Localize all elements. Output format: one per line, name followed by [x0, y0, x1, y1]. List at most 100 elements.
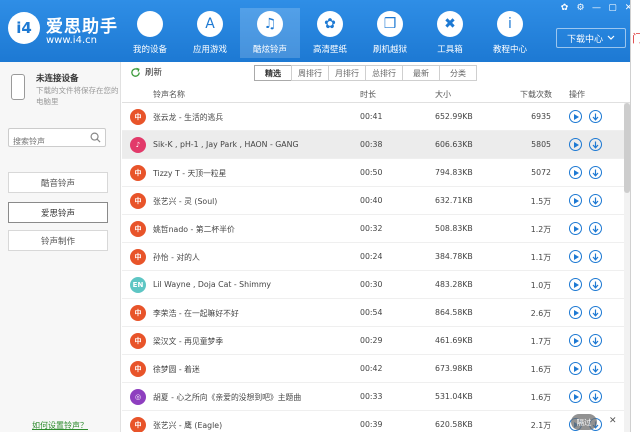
- table-row[interactable]: ◎ 胡夏 - 心之所向《亲爱的没想到吧》主题曲 00:33 531.04KB 1.6万: [122, 383, 630, 411]
- search-input[interactable]: [9, 133, 85, 150]
- device-title: 未连接设备: [36, 74, 79, 84]
- nav-item-0[interactable]: 我的设备: [120, 8, 180, 58]
- maximize-icon[interactable]: ▢: [607, 3, 618, 13]
- table-row[interactable]: 中张云龙 - 生活的逃兵 00:41 652.99KB 6935: [122, 103, 630, 131]
- column-downloads-header[interactable]: 下载次数: [520, 89, 552, 100]
- table-row[interactable]: 中李荣浩 - 在一起嘛好不好 00:54 864.58KB 2.6万: [122, 299, 630, 327]
- play-triangle: [573, 169, 579, 176]
- peek-text: 门: [632, 32, 640, 45]
- table-row[interactable]: 中张艺兴 - 灵 (Soul) 00:40 632.71KB 1.5万: [122, 187, 630, 215]
- ringtone-duration: 00:54: [360, 308, 383, 317]
- ringtone-downloads: 1.6万: [530, 393, 551, 402]
- refresh-button[interactable]: 刷新: [130, 66, 162, 78]
- tab-2[interactable]: 月排行: [328, 65, 366, 81]
- download-icon[interactable]: [589, 390, 602, 403]
- table-row[interactable]: EN Lil Wayne , Doja Cat - Shimmy 00:30 483.…: [122, 271, 630, 299]
- ringtone-panel: 刷新 精选 周排行 月排行 总排行 最新 分类 铃声名称 时长 大小 下载次数 操作 中张…: [122, 62, 630, 432]
- search-icon[interactable]: [90, 132, 101, 143]
- play-icon[interactable]: [569, 362, 582, 375]
- ringtone-duration: 00:33: [360, 392, 383, 401]
- nav-item-label: 高清壁纸: [312, 45, 347, 55]
- play-icon[interactable]: [569, 110, 582, 123]
- ringtone-name: 梁汉文 - 再见童梦季: [153, 337, 224, 346]
- how-to-set-ringtone-link[interactable]: 如何设置铃声？: [32, 420, 88, 431]
- table-row[interactable]: 中徐梦圆 - 着迷 00:42 673.98KB 1.6万: [122, 355, 630, 383]
- nav-item-label: 教程中心: [492, 45, 527, 55]
- table-row[interactable]: 中 Tizzy T - 天顶一粒星 00:50 794.83KB 5072: [122, 159, 630, 187]
- ringtone-size: 606.63KB: [435, 140, 473, 149]
- minimize-icon[interactable]: —: [591, 3, 602, 13]
- tools-icon: ✖: [437, 11, 463, 37]
- app-header: i4 爱思助手 www.i4.cn 我的设备 A 应用游戏 ♫ 酷炫铃声 ✿ 高清壁纸 ❒ 刷机…: [0, 0, 640, 62]
- column-name-header[interactable]: 铃声名称: [153, 89, 185, 100]
- download-icon[interactable]: [589, 194, 602, 207]
- ringtone-downloads: 1.7万: [530, 337, 551, 346]
- download-icon[interactable]: [589, 334, 602, 347]
- ringtone-name: 胡夏 - 心之所向《亲爱的没想到吧》主题曲: [153, 393, 302, 402]
- download-icon[interactable]: [589, 166, 602, 179]
- download-icon[interactable]: [589, 306, 602, 319]
- nav-item-4[interactable]: ❒ 刷机越狱: [360, 8, 420, 58]
- ringtone-downloads: 2.1万: [530, 421, 551, 430]
- download-center-button[interactable]: 下载中心: [556, 28, 626, 48]
- ringtone-duration: 00:38: [360, 140, 383, 149]
- nav-item-1[interactable]: A 应用游戏: [180, 8, 240, 58]
- bell-icon: ♫: [257, 11, 283, 37]
- ringtone-avatar-icon: ◎: [130, 389, 146, 405]
- download-icon[interactable]: [589, 362, 602, 375]
- nav-item-3[interactable]: ✿ 高清壁纸: [300, 8, 360, 58]
- app-name: 爱思助手: [46, 17, 118, 37]
- ringtone-avatar-icon: 中: [130, 221, 146, 237]
- table-row[interactable]: 中姚哲nado - 第二杯半价 00:32 508.83KB 1.2万: [122, 215, 630, 243]
- play-icon[interactable]: [569, 278, 582, 291]
- table-row[interactable]: 中张艺兴 - 鹰 (Eagle) 00:39 620.58KB 2.1万: [122, 411, 630, 432]
- floating-assistant-button[interactable]: 隔过: [571, 414, 597, 430]
- nav-item-label: 工具箱: [437, 45, 463, 55]
- play-icon[interactable]: [569, 194, 582, 207]
- play-icon[interactable]: [569, 138, 582, 151]
- column-actions-header: 操作: [569, 90, 585, 99]
- download-icon[interactable]: [589, 278, 602, 291]
- app-logo[interactable]: i4 爱思助手 www.i4.cn: [8, 12, 128, 52]
- close-icon[interactable]: ✕: [609, 416, 619, 426]
- play-icon[interactable]: [569, 222, 582, 235]
- skin-icon[interactable]: ✿: [559, 3, 570, 13]
- ringtone-duration: 00:41: [360, 112, 383, 121]
- app-store-icon: A: [197, 11, 223, 37]
- nav-item-5[interactable]: ✖ 工具箱: [420, 8, 480, 58]
- play-icon[interactable]: [569, 250, 582, 263]
- refresh-icon: [131, 67, 140, 77]
- play-icon[interactable]: [569, 166, 582, 179]
- ringtone-size: 384.78KB: [435, 252, 473, 261]
- ringtone-avatar-icon: 中: [130, 333, 146, 349]
- sidebar-i4-ringtones[interactable]: 爱思铃声: [8, 202, 108, 223]
- download-icon[interactable]: [589, 222, 602, 235]
- play-triangle: [573, 197, 579, 204]
- download-icon[interactable]: [589, 250, 602, 263]
- play-icon[interactable]: [569, 390, 582, 403]
- tab-4[interactable]: 最新: [402, 65, 440, 81]
- play-icon[interactable]: [569, 334, 582, 347]
- tab-1[interactable]: 周排行: [291, 65, 329, 81]
- table-row[interactable]: ♪ Sik-K , pH-1 , Jay Park , HAON - GANG 00…: [122, 131, 630, 159]
- nav-item-6[interactable]: i 教程中心: [480, 8, 540, 58]
- sidebar-kuyin-ringtones[interactable]: 酷音铃声: [8, 172, 108, 193]
- download-icon[interactable]: [589, 110, 602, 123]
- settings-icon[interactable]: ⚙: [575, 3, 586, 13]
- download-icon[interactable]: [589, 138, 602, 151]
- play-triangle: [573, 141, 579, 148]
- nav-item-2[interactable]: ♫ 酷炫铃声: [240, 8, 300, 58]
- ringtone-downloads: 1.6万: [530, 365, 551, 374]
- refresh-label: 刷新: [145, 68, 163, 78]
- play-icon[interactable]: [569, 306, 582, 319]
- table-row[interactable]: 中孙怡 - 对的人 00:24 384.78KB 1.1万: [122, 243, 630, 271]
- tab-5[interactable]: 分类: [439, 65, 477, 81]
- sidebar-make-ringtone[interactable]: 铃声制作: [8, 230, 108, 251]
- table-row[interactable]: 中梁汉文 - 再见童梦季 00:29 461.69KB 1.7万: [122, 327, 630, 355]
- sidebar: 未连接设备 下载的文件将保存在您的电脑里 酷音铃声 爱思铃声 铃声制作 如何设置…: [0, 62, 121, 432]
- tab-0[interactable]: 精选: [254, 65, 292, 81]
- column-duration-header[interactable]: 时长: [360, 89, 376, 100]
- ringtone-size: 483.28KB: [435, 280, 473, 289]
- tab-3[interactable]: 总排行: [365, 65, 403, 81]
- column-size-header[interactable]: 大小: [435, 89, 451, 100]
